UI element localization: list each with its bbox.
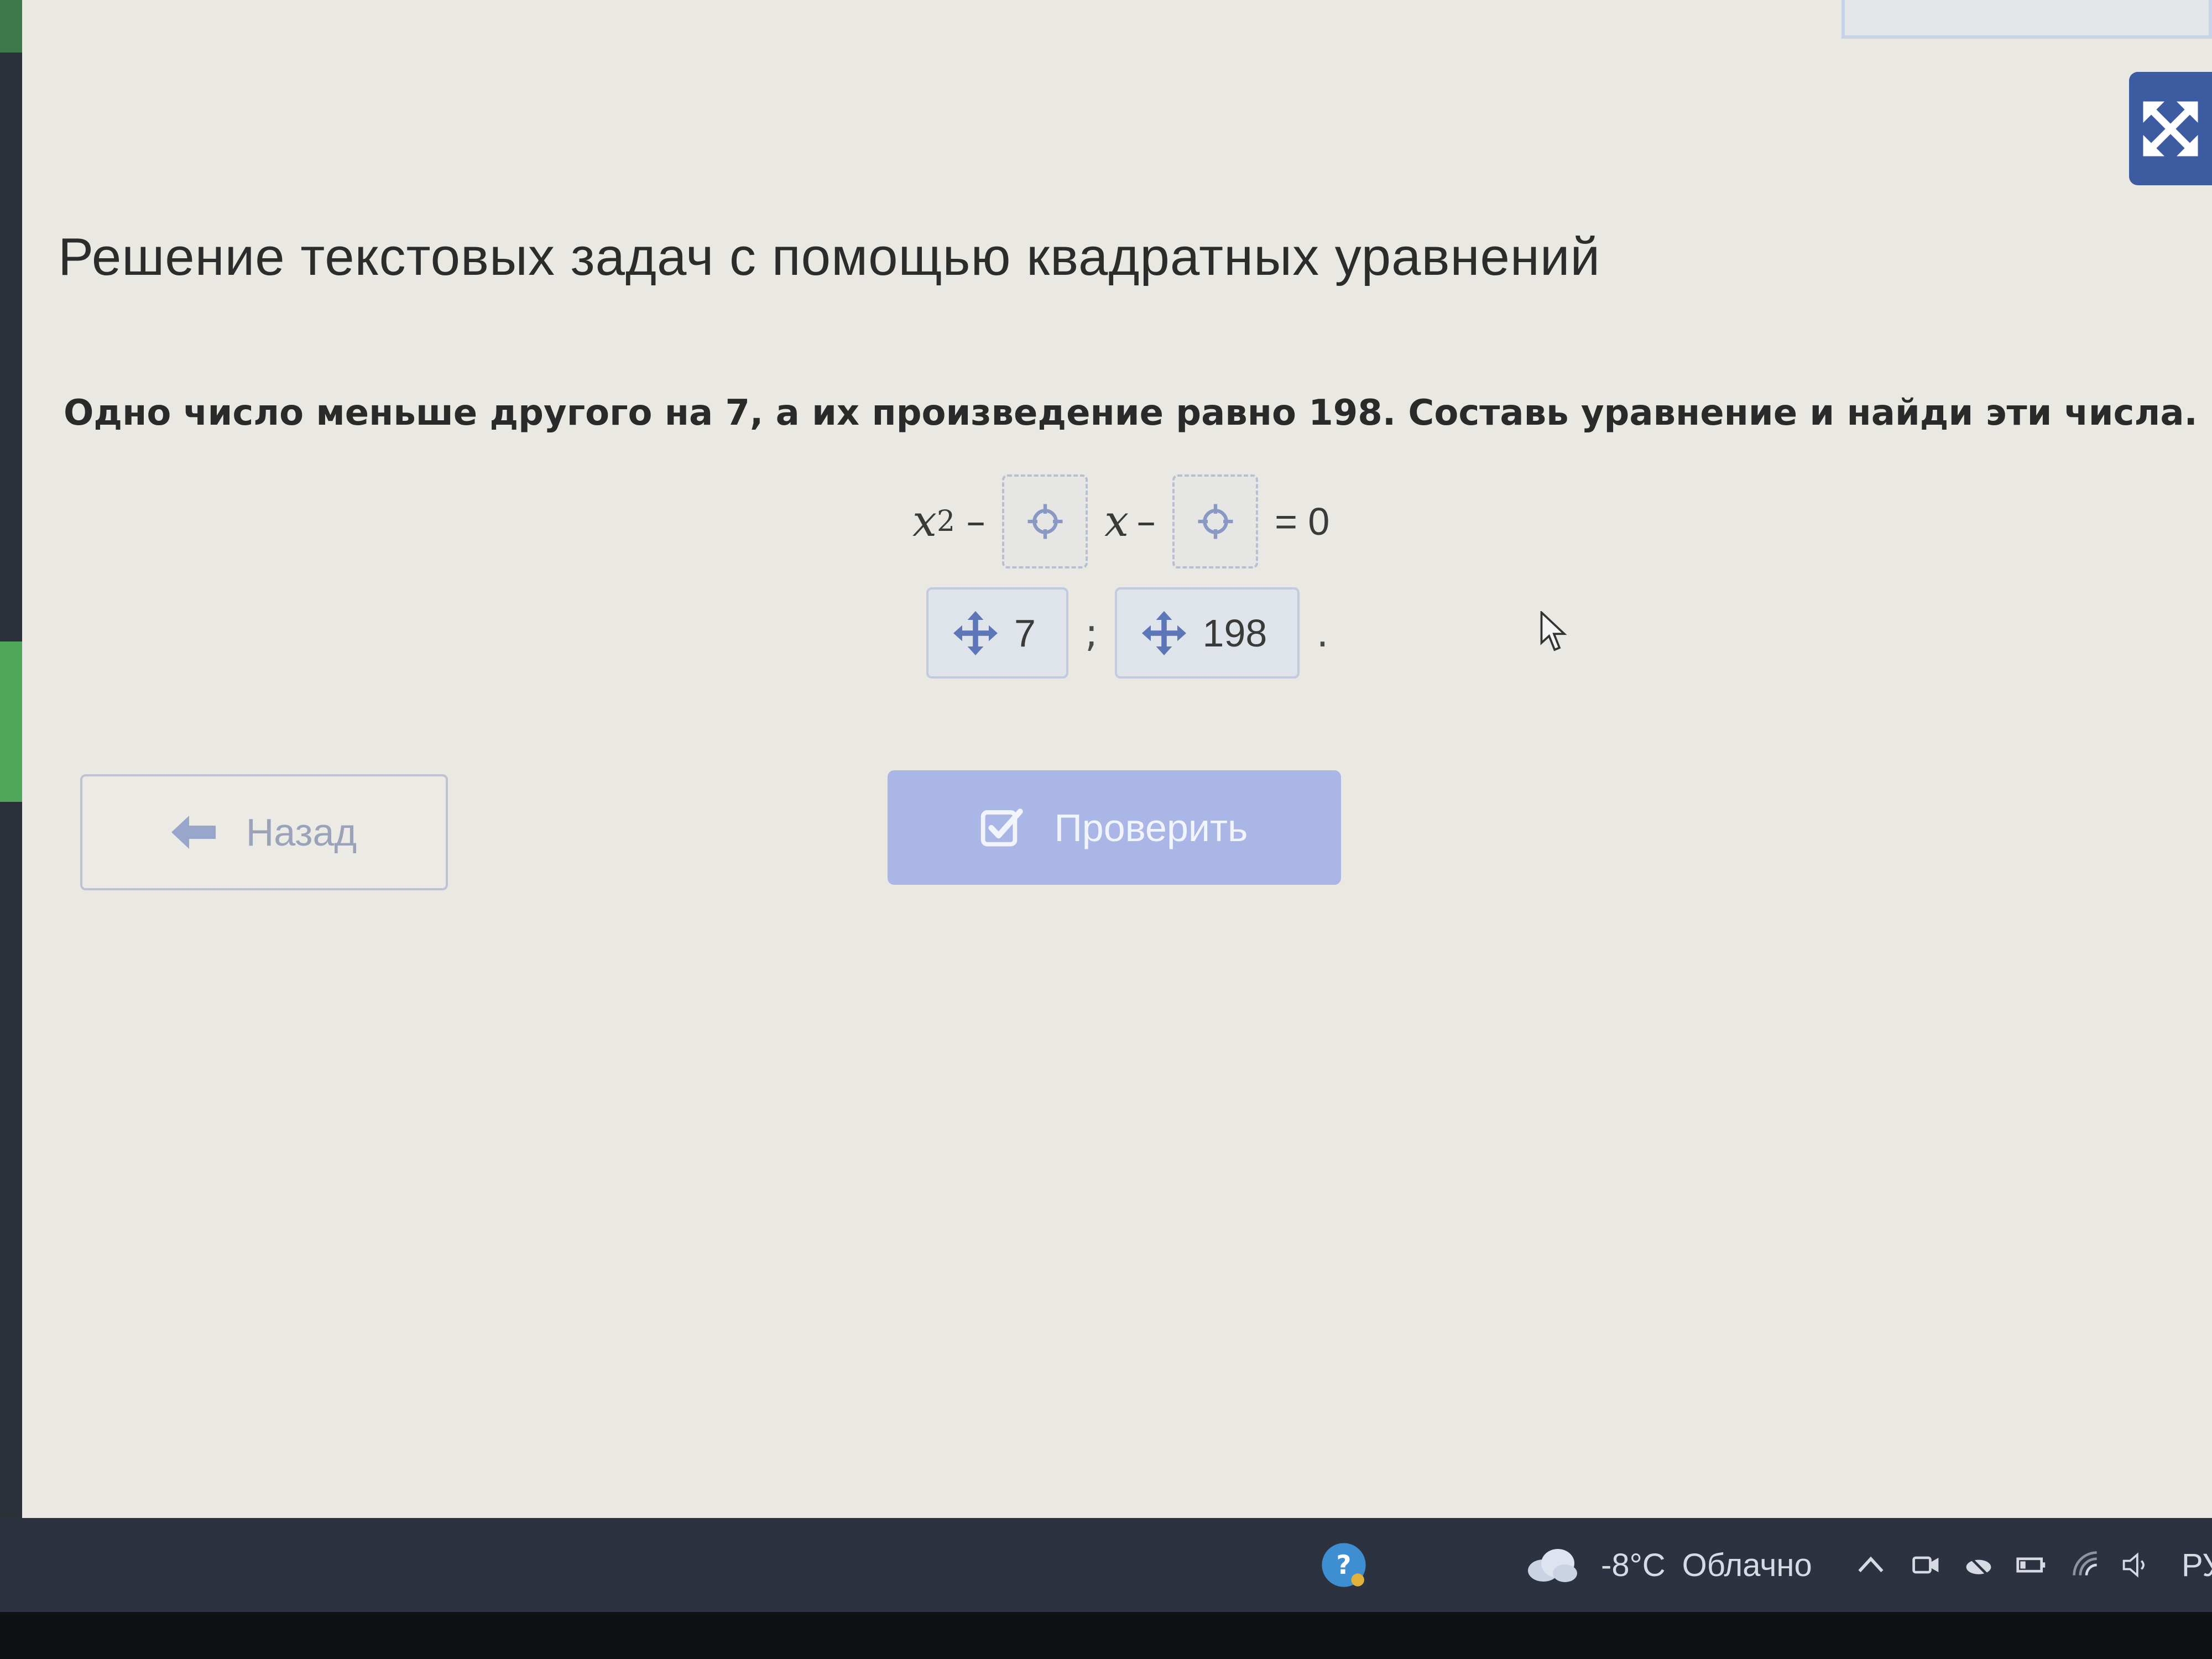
crosshair-icon xyxy=(1198,504,1233,539)
taskbar-app-help[interactable]: ? xyxy=(1319,1518,1369,1612)
answer-chip-198[interactable]: 198 xyxy=(1114,587,1300,679)
fullscreen-button[interactable] xyxy=(2129,72,2212,185)
tray-meet-now[interactable] xyxy=(1911,1518,1942,1612)
arrow-left-icon xyxy=(171,816,216,849)
answer-chip-label: 7 xyxy=(1014,611,1036,655)
fullscreen-icon xyxy=(2143,101,2198,156)
move-icon xyxy=(953,611,998,655)
drop-slot-1[interactable] xyxy=(1002,474,1088,568)
speaker-icon xyxy=(2122,1552,2145,1578)
chevron-up-icon xyxy=(1858,1556,1884,1573)
equation-exponent: 2 xyxy=(937,504,956,538)
equation-minus: – xyxy=(966,498,986,544)
answer-row: 7 ; 198 . xyxy=(926,587,1345,679)
taskbar-weather-widget[interactable]: -8°C Облачно xyxy=(1524,1518,1812,1612)
tray-battery[interactable] xyxy=(2016,1518,2047,1612)
language-indicator[interactable]: РУ xyxy=(2182,1518,2212,1612)
taskbar: ? -8°C Облачно Р xyxy=(0,1518,2212,1612)
cloud-offline-icon xyxy=(1966,1553,1991,1579)
mouse-cursor-icon xyxy=(1540,611,1567,651)
equation-minus-2: – xyxy=(1136,498,1156,544)
answer-separator: ; xyxy=(1084,610,1098,656)
equation-variable-2: x xyxy=(1104,496,1129,546)
cloud-icon xyxy=(1528,1549,1577,1582)
weather-temp: -8°C xyxy=(1601,1547,1666,1583)
tray-volume[interactable] xyxy=(2121,1518,2152,1612)
weather-desc: Облачно xyxy=(1682,1547,1812,1583)
answer-chip-7[interactable]: 7 xyxy=(926,587,1068,679)
back-button[interactable]: Назад xyxy=(80,774,448,890)
checkbox-icon xyxy=(981,808,1024,847)
check-button-label: Проверить xyxy=(1054,806,1248,849)
screen-bezel-bottom xyxy=(0,1612,2212,1659)
drop-slot-2[interactable] xyxy=(1172,474,1259,568)
back-button-label: Назад xyxy=(246,811,357,854)
equation-row: x 2 – x – = 0 xyxy=(912,473,1329,570)
show-hidden-icons-button[interactable] xyxy=(1855,1518,1886,1612)
svg-text:?: ? xyxy=(1336,1551,1351,1580)
help-globe-icon: ? xyxy=(1322,1543,1366,1587)
answer-chip-label: 198 xyxy=(1202,611,1267,655)
task-text: Одно число меньше другого на 7, а их про… xyxy=(64,393,2198,434)
battery-icon xyxy=(2016,1557,2046,1573)
camera-icon xyxy=(1912,1556,1939,1574)
tray-wifi[interactable] xyxy=(2071,1518,2102,1612)
move-icon xyxy=(1141,611,1186,655)
equation-equals: = 0 xyxy=(1275,499,1330,543)
screen: Решение текстовых задач с помощью квадра… xyxy=(0,0,2212,1659)
wifi-icon xyxy=(2073,1551,2097,1575)
tray-onedrive[interactable] xyxy=(1963,1518,1994,1612)
check-button[interactable]: Проверить xyxy=(888,770,1341,885)
answer-end-dot: . xyxy=(1316,610,1329,656)
language-label: РУ xyxy=(2182,1547,2212,1583)
equation-variable: x xyxy=(912,496,937,546)
crosshair-icon xyxy=(1027,504,1063,539)
page-title: Решение текстовых задач с помощью квадра… xyxy=(58,227,1601,286)
top-input-box[interactable] xyxy=(1841,0,2212,39)
